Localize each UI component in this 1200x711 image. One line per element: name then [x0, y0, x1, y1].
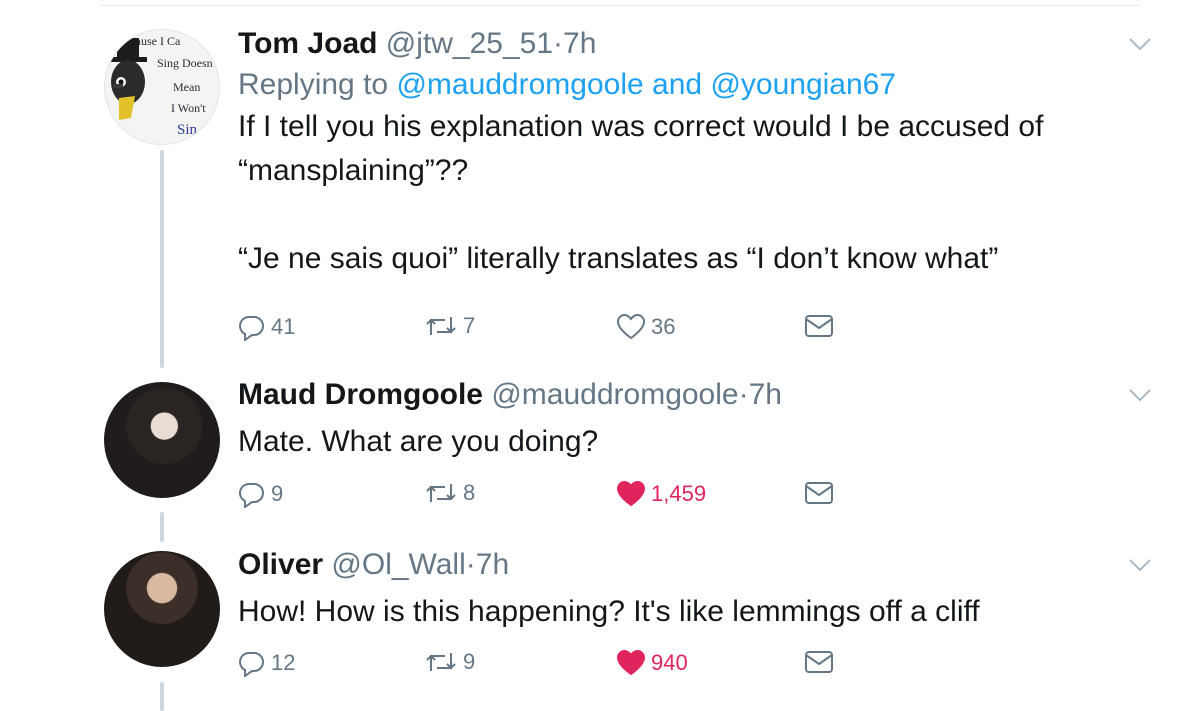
separator: ·: [465, 548, 476, 581]
envelope-icon: [805, 315, 833, 337]
tweet[interactable]: Tom Joad @jtw_25_51·7h Replying to @maud…: [238, 27, 1152, 341]
reply-count: 9: [271, 481, 284, 506]
timestamp[interactable]: 7h: [749, 378, 782, 411]
top-divider: [100, 5, 1140, 6]
heart-icon: [616, 480, 646, 507]
heart-icon: [616, 313, 646, 340]
thread-line: [160, 512, 164, 542]
like-count: 1,459: [651, 481, 707, 506]
heart-icon: [616, 649, 646, 676]
reply-count: 12: [271, 650, 296, 675]
envelope-icon: [805, 651, 833, 673]
mention-link[interactable]: @mauddromgoole: [396, 68, 643, 101]
retweet-icon: [426, 317, 456, 335]
retweet-icon: [426, 484, 456, 502]
display-name[interactable]: Tom Joad: [238, 27, 377, 60]
separator: ·: [738, 378, 749, 411]
thread-line: [160, 150, 164, 368]
retweet-button[interactable]: 8: [424, 480, 475, 506]
separator: ·: [553, 27, 564, 60]
action-bar: 41 7 36: [238, 313, 838, 353]
replying-to: Replying to @mauddromgoole and @youngian…: [238, 68, 1152, 102]
reply-button[interactable]: 12: [238, 649, 295, 677]
avatar[interactable]: [104, 382, 220, 498]
chevron-down-icon[interactable]: [1128, 386, 1152, 404]
retweet-count: 9: [463, 649, 476, 674]
tweet[interactable]: Oliver @Ol_Wall·7h How! How is this happ…: [238, 548, 1152, 677]
chevron-down-icon[interactable]: [1128, 556, 1152, 574]
like-count: 36: [651, 314, 676, 339]
reply-button[interactable]: 9: [238, 480, 283, 508]
replying-to-label: Replying to: [238, 68, 389, 101]
retweet-button[interactable]: 9: [424, 649, 475, 675]
username[interactable]: @mauddromgoole: [491, 378, 738, 411]
thread-line: [160, 682, 164, 711]
like-count: 940: [651, 650, 688, 675]
avatar[interactable]: [104, 551, 220, 667]
timestamp[interactable]: 7h: [476, 548, 509, 581]
tweet-text: If I tell you his explanation was correc…: [238, 110, 1044, 275]
tweet[interactable]: Maud Dromgoole @mauddromgoole·7h Mate. W…: [238, 378, 1152, 508]
retweet-count: 7: [463, 313, 476, 338]
reply-icon: [239, 315, 264, 341]
retweet-count: 8: [463, 480, 476, 505]
username[interactable]: @jtw_25_51: [386, 27, 553, 60]
tweet-text: How! How is this happening? It's like le…: [238, 595, 980, 628]
display-name[interactable]: Maud Dromgoole: [238, 378, 483, 411]
reply-button[interactable]: 41: [238, 313, 295, 341]
tweet-header: Oliver @Ol_Wall·7h: [238, 548, 1152, 588]
chevron-down-icon[interactable]: [1128, 35, 1152, 53]
reply-count: 41: [271, 314, 296, 339]
avatar[interactable]: Because I Ca Sing Doesn Mean I Won't Sin: [104, 29, 220, 145]
reply-icon: [239, 651, 264, 677]
timestamp[interactable]: 7h: [563, 27, 596, 60]
like-button[interactable]: 940: [616, 649, 688, 677]
tweet-header: Maud Dromgoole @mauddromgoole·7h: [238, 378, 1152, 418]
tophat-figure-icon: [109, 38, 147, 120]
tweet-text: Mate. What are you doing?: [238, 425, 599, 458]
reply-icon: [239, 482, 264, 508]
mention-and: and: [652, 68, 703, 101]
retweet-icon: [426, 653, 456, 671]
tweet-header: Tom Joad @jtw_25_51·7h: [238, 27, 1152, 67]
direct-message-button[interactable]: [804, 480, 834, 506]
envelope-icon: [805, 482, 833, 504]
display-name[interactable]: Oliver: [238, 548, 323, 581]
direct-message-button[interactable]: [804, 313, 834, 339]
like-button[interactable]: 36: [616, 313, 675, 341]
action-bar: 12 9 940: [238, 649, 838, 689]
retweet-button[interactable]: 7: [424, 313, 475, 339]
mention-link[interactable]: @youngian67: [710, 68, 896, 101]
username[interactable]: @Ol_Wall: [331, 548, 465, 581]
like-button[interactable]: 1,459: [616, 480, 706, 508]
action-bar: 9 8 1,459: [238, 480, 838, 520]
direct-message-button[interactable]: [804, 649, 834, 675]
